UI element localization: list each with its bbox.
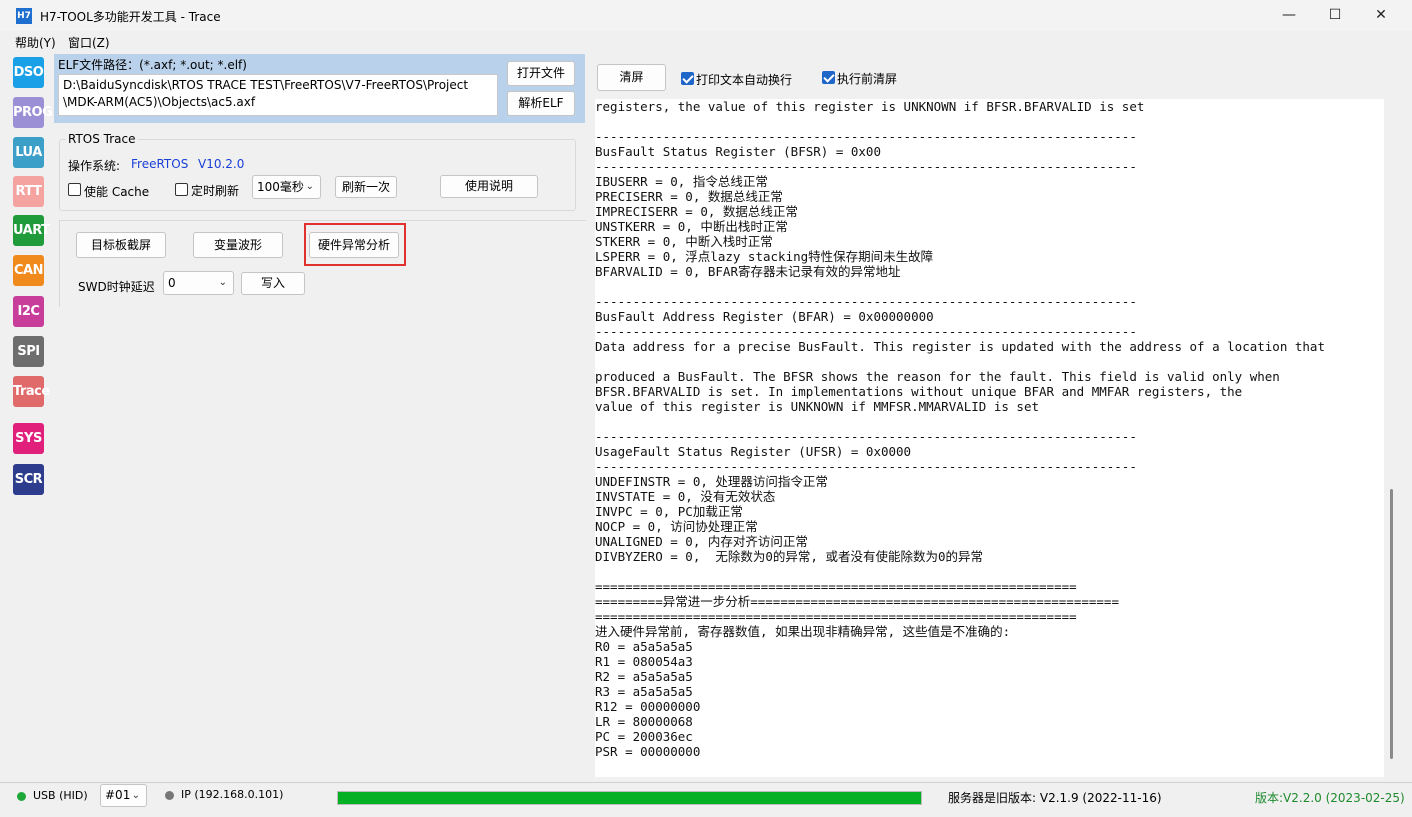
spi-tool-icon[interactable]: SPI: [13, 336, 44, 367]
usb-status-label: USB (HID): [33, 789, 88, 802]
rtos-trace-group-title: RTOS Trace: [66, 132, 138, 146]
ip-status-label: IP (192.168.0.101): [181, 788, 284, 801]
title-bar: H7 H7-TOOL多功能开发工具 - Trace — ☐ ✕: [0, 0, 1412, 31]
target-screenshot-button[interactable]: 目标板截屏: [76, 232, 166, 258]
progress-bar-fill: [338, 792, 921, 804]
device-select-value: #01: [105, 788, 131, 802]
prog-tool-icon[interactable]: PROG: [13, 97, 53, 128]
os-name: FreeRTOS: [131, 157, 189, 171]
server-version-status: 服务器是旧版本: V2.1.9 (2022-11-16): [948, 791, 1162, 805]
timed-refresh-label: 定时刷新: [191, 184, 240, 198]
progress-bar: [337, 791, 922, 805]
clear-before-run-label: 执行前清屏: [837, 72, 898, 86]
write-button[interactable]: 写入: [241, 272, 305, 295]
chevron-down-icon: ⌄: [131, 790, 140, 801]
clear-before-run-checkbox[interactable]: [822, 71, 835, 84]
clear-screen-button[interactable]: 清屏: [597, 64, 666, 91]
auto-wrap-checkbox[interactable]: [681, 72, 694, 85]
elf-path-line-1: D:\BaiduSyncdisk\RTOS TRACE TEST\FreeRTO…: [63, 78, 469, 92]
parse-elf-button[interactable]: 解析ELF: [507, 91, 575, 116]
open-file-button[interactable]: 打开文件: [507, 61, 575, 86]
elf-panel: ELF文件路径：(*.axf; *.out; *.elf) D:\BaiduSy…: [54, 54, 585, 123]
scr-tool-icon[interactable]: SCR: [13, 464, 44, 495]
os-label: 操作系统:: [68, 159, 121, 173]
i2c-tool-icon[interactable]: I2C: [13, 296, 44, 327]
uart-tool-icon[interactable]: UART: [13, 215, 50, 246]
app-version-status: 版本:V2.2.0 (2023-02-25): [1255, 791, 1405, 805]
output-scrollbar[interactable]: [1385, 99, 1399, 777]
highlight-box: [304, 223, 406, 266]
refresh-interval-select[interactable]: 100毫秒 ⌄: [252, 175, 321, 199]
elf-path-label: ELF文件路径：(*.axf; *.out; *.elf): [58, 58, 247, 72]
window-title: H7-TOOL多功能开发工具 - Trace: [40, 10, 221, 24]
lua-tool-icon[interactable]: LUA: [13, 137, 44, 168]
sys-tool-icon[interactable]: SYS: [13, 423, 44, 454]
enable-cache-checkbox[interactable]: [68, 183, 81, 196]
os-version: V10.2.0: [198, 157, 245, 171]
can-tool-icon[interactable]: CAN: [13, 255, 44, 286]
trace-tool-icon[interactable]: Trace: [13, 376, 50, 407]
refresh-once-button[interactable]: 刷新一次: [335, 176, 397, 198]
elf-path-line-2: \MDK-ARM(AC5)\Objects\ac5.axf: [63, 95, 256, 109]
usb-status-dot: [17, 792, 26, 801]
swd-delay-select[interactable]: 0 ⌄: [163, 271, 234, 295]
ip-status-dot: [165, 791, 174, 800]
refresh-interval-value: 100毫秒: [257, 180, 304, 194]
status-bar: USB (HID) #01 ⌄ IP (192.168.0.101) 服务器是旧…: [0, 782, 1412, 817]
rtt-tool-icon[interactable]: RTT: [13, 176, 44, 207]
timed-refresh-checkbox[interactable]: [175, 183, 188, 196]
tool-sidebar: DSO PROG LUA RTT UART CAN I2C SPI Trace …: [8, 52, 53, 782]
enable-cache-label: 使能 Cache: [84, 185, 150, 199]
output-scrollbar-thumb[interactable]: [1390, 489, 1393, 759]
chevron-down-icon: ⌄: [305, 181, 314, 192]
device-select[interactable]: #01 ⌄: [100, 784, 147, 807]
app-icon: H7: [16, 8, 32, 24]
variable-waveform-button[interactable]: 变量波形: [193, 232, 283, 258]
menu-help[interactable]: 帮助(Y): [15, 34, 56, 51]
output-text-area[interactable]: registers, the value of this register is…: [595, 99, 1384, 777]
menu-bar: 帮助(Y) 窗口(Z): [0, 31, 1412, 51]
usage-help-button[interactable]: 使用说明: [440, 175, 538, 198]
output-text: registers, the value of this register is…: [595, 99, 1325, 759]
minimize-button[interactable]: —: [1266, 0, 1312, 31]
swd-delay-label: SWD时钟延迟: [78, 280, 155, 294]
chevron-down-icon: ⌄: [218, 277, 227, 288]
dso-tool-icon[interactable]: DSO: [13, 57, 44, 88]
auto-wrap-label: 打印文本自动换行: [696, 73, 793, 87]
swd-delay-value: 0: [168, 276, 176, 290]
menu-window[interactable]: 窗口(Z): [68, 34, 110, 51]
close-button[interactable]: ✕: [1358, 0, 1404, 31]
elf-path-field[interactable]: D:\BaiduSyncdisk\RTOS TRACE TEST\FreeRTO…: [58, 74, 498, 116]
maximize-button[interactable]: ☐: [1312, 0, 1358, 31]
